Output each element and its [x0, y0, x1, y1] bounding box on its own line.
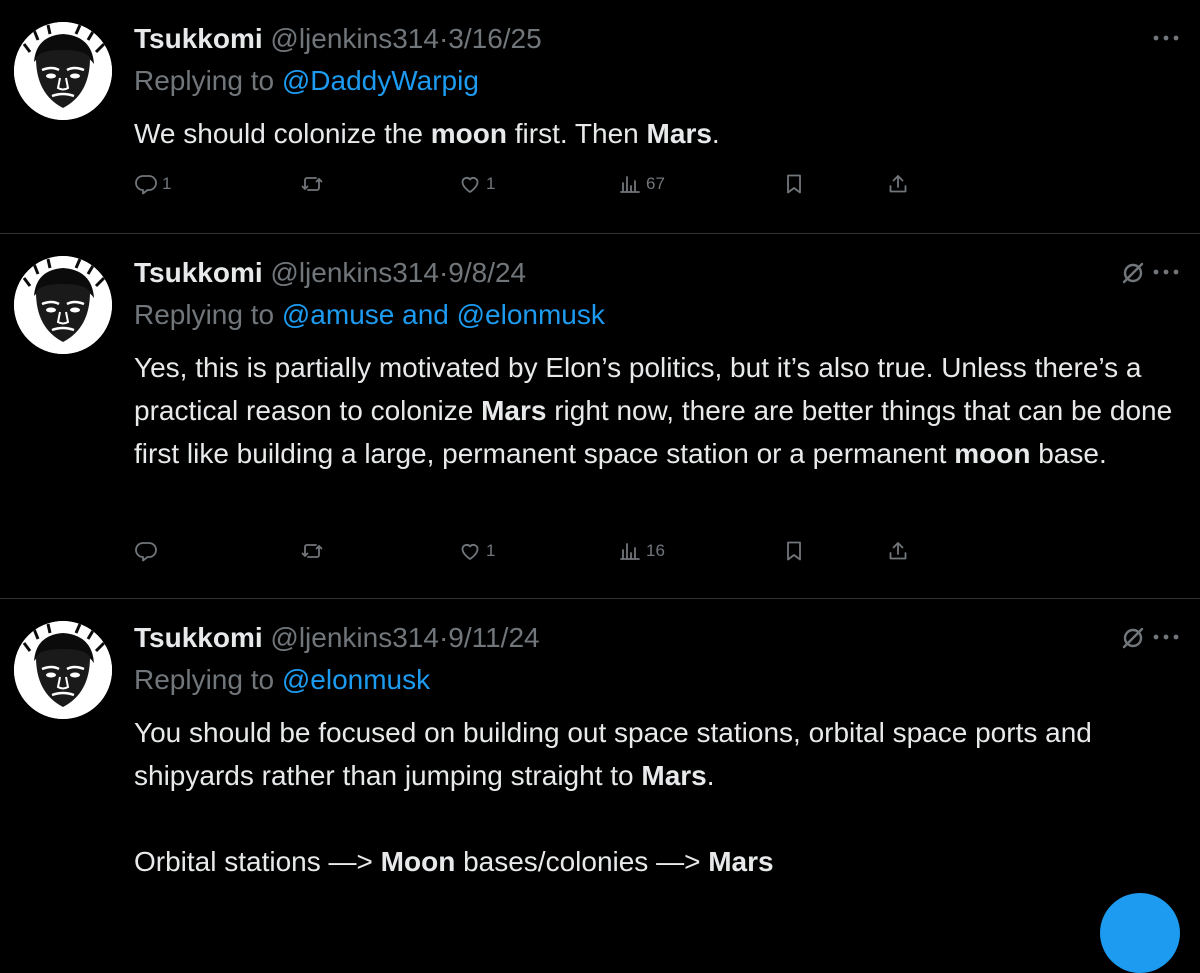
retweet-icon — [300, 539, 324, 563]
replying-label: Replying to — [134, 299, 275, 330]
like-count: 1 — [486, 174, 496, 193]
tweet-header: Tsukkomi @ljenkins314·3/16/25 — [134, 22, 542, 56]
views-bar-icon — [618, 539, 642, 563]
text-run: bases/colonies —> — [455, 846, 709, 877]
tweet[interactable]: Tsukkomi @ljenkins314·9/11/24 Replying t… — [0, 599, 1200, 919]
author-name[interactable]: Tsukkomi — [134, 23, 263, 54]
bold-keyword: Moon — [380, 846, 456, 877]
tweet-date[interactable]: 9/11/24 — [448, 622, 539, 653]
reply-bubble-icon — [134, 539, 158, 563]
heart-icon — [458, 172, 482, 196]
replying-to: Replying to @elonmusk — [134, 663, 430, 697]
bookmark-icon — [782, 539, 806, 563]
author-handle[interactable]: @ljenkins314 — [270, 257, 439, 288]
view-count: 67 — [646, 174, 665, 193]
author-handle[interactable]: @ljenkins314 — [270, 23, 439, 54]
replying-mention[interactable]: @DaddyWarpig — [282, 65, 479, 96]
tweet-paragraph: You should be focused on building out sp… — [134, 711, 1184, 797]
text-run: . — [711, 118, 720, 149]
action-bar: 1 1 67 — [134, 172, 934, 202]
text-run: Orbital stations —> — [134, 846, 381, 877]
text-run: You should be focused on building out sp… — [134, 717, 1092, 791]
compose-button[interactable] — [1100, 893, 1180, 973]
tweet-date[interactable]: 9/8/24 — [448, 257, 526, 288]
bold-keyword: Mars — [708, 846, 774, 877]
replying-to: Replying to @DaddyWarpig — [134, 64, 479, 98]
tweet-text: You should be focused on building out sp… — [134, 711, 1184, 883]
tweet-header: Tsukkomi @ljenkins314·9/11/24 — [134, 621, 540, 655]
tweet-date[interactable]: 3/16/25 — [448, 23, 541, 54]
author-handle[interactable]: @ljenkins314 — [270, 622, 439, 653]
replying-label: Replying to — [134, 664, 275, 695]
retweet-button[interactable] — [300, 172, 328, 196]
replying-to: Replying to @amuse and @elonmusk — [134, 298, 605, 332]
tweet[interactable]: Tsukkomi @ljenkins314·9/8/24 Replying to… — [0, 234, 1200, 599]
action-bar: 1 16 — [134, 539, 934, 569]
reply-bubble-icon — [134, 172, 158, 196]
view-count: 16 — [646, 541, 665, 560]
tweet-header: Tsukkomi @ljenkins314·9/8/24 — [134, 256, 526, 290]
share-icon — [886, 539, 910, 563]
separator: · — [438, 257, 449, 288]
retweet-button[interactable] — [300, 539, 328, 563]
tweet-text: We should colonize the moon first. Then … — [134, 112, 1184, 155]
replying-mention[interactable]: @amuse and @elonmusk — [282, 299, 605, 330]
text-run: We should colonize the — [134, 118, 431, 149]
tweet[interactable]: Tsukkomi @ljenkins314·3/16/25 Replying t… — [0, 0, 1200, 234]
like-button[interactable]: 1 — [458, 539, 495, 563]
heart-icon — [458, 539, 482, 563]
tweet-paragraph: We should colonize the moon first. Then … — [134, 112, 1184, 155]
bookmark-button[interactable] — [782, 539, 806, 563]
bold-keyword: moon — [430, 118, 507, 149]
avatar[interactable] — [14, 256, 112, 354]
text-run: first. Then — [507, 118, 647, 149]
views-bar-icon — [618, 172, 642, 196]
retweet-icon — [300, 172, 324, 196]
more-dots-icon[interactable] — [1152, 30, 1180, 40]
tweet-paragraph: Yes, this is partially motivated by Elon… — [134, 346, 1184, 475]
text-run: . — [706, 760, 715, 791]
bookmark-button[interactable] — [782, 172, 806, 196]
reply-count: 1 — [162, 174, 172, 193]
author-name[interactable]: Tsukkomi — [134, 622, 263, 653]
replying-label: Replying to — [134, 65, 275, 96]
bold-keyword: moon — [954, 438, 1031, 469]
like-count: 1 — [486, 541, 496, 560]
grok-slash-icon[interactable] — [1120, 260, 1146, 286]
avatar[interactable] — [14, 621, 112, 719]
author-name[interactable]: Tsukkomi — [134, 257, 263, 288]
more-dots-icon[interactable] — [1152, 629, 1180, 639]
reply-button[interactable]: 1 — [134, 172, 171, 196]
reply-button[interactable] — [134, 539, 162, 563]
views-button[interactable]: 16 — [618, 539, 665, 563]
separator: · — [438, 622, 449, 653]
bookmark-icon — [782, 172, 806, 196]
tweet-paragraph: Orbital stations —> Moon bases/colonies … — [134, 840, 1184, 883]
more-dots-icon[interactable] — [1152, 264, 1180, 274]
grok-slash-icon[interactable] — [1120, 625, 1146, 651]
share-button[interactable] — [886, 539, 910, 563]
views-button[interactable]: 67 — [618, 172, 665, 196]
share-button[interactable] — [886, 172, 910, 196]
replying-mention[interactable]: @elonmusk — [282, 664, 430, 695]
share-icon — [886, 172, 910, 196]
bold-keyword: Mars — [481, 395, 547, 426]
avatar[interactable] — [14, 22, 112, 120]
like-button[interactable]: 1 — [458, 172, 495, 196]
text-run: base. — [1030, 438, 1107, 469]
separator: · — [438, 23, 449, 54]
bold-keyword: Mars — [646, 118, 712, 149]
tweet-text: Yes, this is partially motivated by Elon… — [134, 346, 1184, 475]
bold-keyword: Mars — [641, 760, 707, 791]
